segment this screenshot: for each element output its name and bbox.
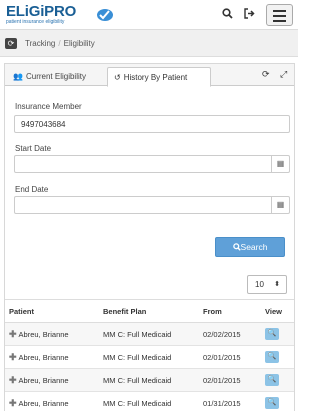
end-date-input[interactable]: ▦ bbox=[14, 196, 290, 214]
breadcrumb-eligibility: Eligibility bbox=[63, 39, 95, 48]
tab-current-eligibility[interactable]: 👥 Current Eligibility bbox=[7, 67, 105, 87]
sign-out-icon[interactable] bbox=[244, 8, 255, 22]
top-navbar: ELiGiPRO patient insurance eligibility bbox=[0, 0, 298, 30]
table-header-row: Patient Benefit Plan From View bbox=[5, 299, 294, 323]
patient-cell[interactable]: ✚ Abreu, Brianne bbox=[5, 345, 99, 369]
eligibility-panel: 👥 Current Eligibility ↺ History By Patient… bbox=[4, 63, 295, 411]
breadcrumb-bar: ⟳ Tracking / Eligibility bbox=[0, 30, 298, 57]
search-icon: 🔍 bbox=[267, 353, 277, 360]
app-logo[interactable]: ELiGiPRO patient insurance eligibility bbox=[6, 3, 113, 25]
view-cell: 🔍 bbox=[261, 322, 294, 346]
search-button[interactable]: Search bbox=[215, 237, 285, 257]
expand-row-icon[interactable]: ✚ bbox=[9, 352, 17, 362]
search-icon[interactable] bbox=[222, 8, 233, 22]
menu-toggle-button[interactable] bbox=[266, 4, 293, 26]
search-button-label: Search bbox=[240, 242, 268, 252]
tab-history-by-patient[interactable]: ↺ History By Patient bbox=[107, 67, 211, 87]
hamburger-icon bbox=[273, 10, 286, 12]
sort-arrows-icon: ⬍ bbox=[274, 281, 280, 288]
expand-icon[interactable]: ⤢ bbox=[280, 69, 287, 80]
calendar-icon[interactable]: ▦ bbox=[271, 197, 289, 213]
view-button[interactable]: 🔍 bbox=[265, 328, 279, 340]
plan-cell: MM C: Full Medicaid bbox=[99, 322, 199, 346]
plan-cell: MM C: Full Medicaid bbox=[99, 345, 199, 369]
from-cell: 02/02/2015 bbox=[199, 322, 261, 346]
expand-row-icon[interactable]: ✚ bbox=[9, 329, 17, 339]
expand-row-icon[interactable]: ✚ bbox=[9, 375, 17, 385]
breadcrumb-separator: / bbox=[58, 39, 61, 48]
from-cell: 01/31/2015 bbox=[199, 391, 261, 411]
view-button[interactable]: 🔍 bbox=[265, 351, 279, 363]
from-cell: 02/01/2015 bbox=[199, 345, 261, 369]
breadcrumb-tracking[interactable]: Tracking bbox=[25, 39, 55, 48]
patient-cell[interactable]: ✚ Abreu, Brianne bbox=[5, 391, 99, 411]
expand-row-icon[interactable]: ✚ bbox=[9, 398, 17, 408]
from-cell: 02/01/2015 bbox=[199, 368, 261, 392]
users-icon: 👥 bbox=[13, 72, 23, 81]
view-button[interactable]: 🔍 bbox=[265, 374, 279, 386]
calendar-icon[interactable]: ▦ bbox=[271, 156, 289, 172]
member-label: Insurance Member bbox=[15, 102, 82, 111]
check-cloud-icon bbox=[97, 9, 113, 21]
refresh-icon[interactable]: ⟳ bbox=[262, 69, 270, 80]
view-cell: 🔍 bbox=[261, 368, 294, 392]
table-row: ✚ Abreu, Brianne MM C: Full Medicaid 02/0… bbox=[5, 345, 294, 369]
col-view: View bbox=[261, 299, 294, 323]
plan-cell: MM C: Full Medicaid bbox=[99, 368, 199, 392]
breadcrumb: Tracking / Eligibility bbox=[25, 39, 95, 48]
end-date-label: End Date bbox=[15, 185, 49, 194]
refresh-square-icon[interactable]: ⟳ bbox=[5, 38, 17, 49]
view-cell: 🔍 bbox=[261, 391, 294, 411]
start-date-input[interactable]: ▦ bbox=[14, 155, 290, 173]
logo-text: ELiGiPRO bbox=[6, 3, 77, 20]
tab-label: Current Eligibility bbox=[25, 72, 86, 81]
start-date-label: Start Date bbox=[15, 144, 52, 153]
plan-cell: MM C: Full Medicaid bbox=[99, 391, 199, 411]
table-row: ✚ Abreu, Brianne MM C: Full Medicaid 02/0… bbox=[5, 368, 294, 392]
col-patient[interactable]: Patient bbox=[5, 299, 99, 323]
view-button[interactable]: 🔍 bbox=[265, 397, 279, 409]
search-icon bbox=[232, 243, 241, 251]
history-icon: ↺ bbox=[114, 73, 121, 82]
patient-cell[interactable]: ✚ Abreu, Brianne bbox=[5, 368, 99, 392]
tab-bar: 👥 Current Eligibility ↺ History By Patient… bbox=[5, 64, 294, 87]
patient-cell[interactable]: ✚ Abreu, Brianne bbox=[5, 322, 99, 346]
table-row: ✚ Abreu, Brianne MM C: Full Medicaid 01/3… bbox=[5, 391, 294, 411]
search-icon: 🔍 bbox=[267, 330, 277, 337]
insurance-member-input[interactable]: 9497043684 bbox=[14, 115, 290, 133]
col-benefit-plan[interactable]: Benefit Plan bbox=[99, 299, 199, 323]
col-from[interactable]: From bbox=[199, 299, 261, 323]
search-icon: 🔍 bbox=[267, 399, 277, 406]
tab-label: History By Patient bbox=[123, 73, 188, 82]
view-cell: 🔍 bbox=[261, 345, 294, 369]
table-row: ✚ Abreu, Brianne MM C: Full Medicaid 02/0… bbox=[5, 322, 294, 346]
page-size-value: 10 bbox=[255, 280, 264, 289]
history-table: Patient Benefit Plan From View ✚ Abreu, B… bbox=[5, 299, 294, 411]
search-icon: 🔍 bbox=[267, 376, 277, 383]
page-size-select[interactable]: 10 ⬍ bbox=[247, 275, 287, 294]
